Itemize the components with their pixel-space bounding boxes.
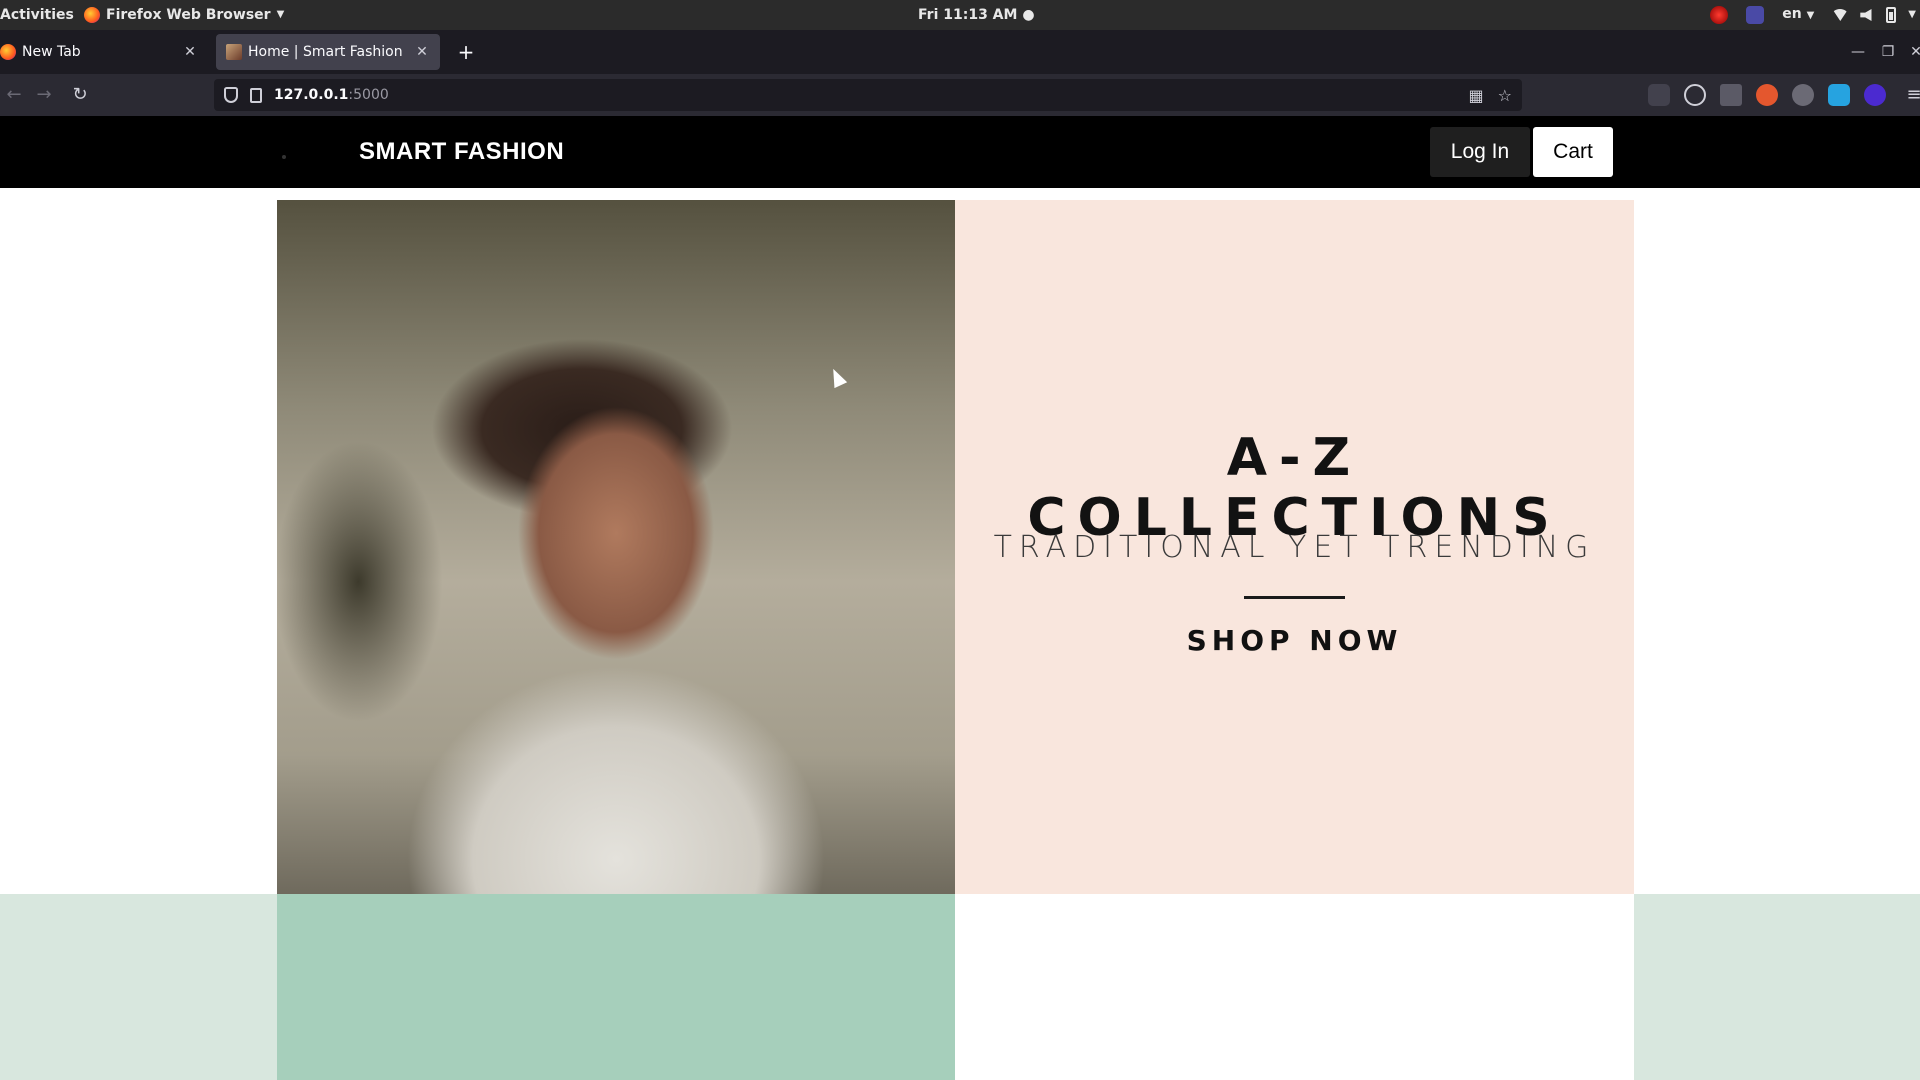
- chevron-down-icon: ▼: [1908, 9, 1916, 20]
- clock-label: Fri 11:13 AM: [918, 7, 1018, 23]
- tracking-protection-shield-icon[interactable]: [224, 87, 238, 103]
- record-indicator-icon[interactable]: [1710, 6, 1729, 24]
- tab-new-tab[interactable]: New Tab ✕: [0, 34, 208, 70]
- os-top-bar: Activities Firefox Web Browser ▼ Fri 11:…: [0, 0, 1920, 30]
- tab-title: Home | Smart Fashion: [248, 44, 403, 60]
- hamburger-menu-icon[interactable]: ≡: [1900, 81, 1920, 109]
- close-tab-icon[interactable]: ✕: [414, 44, 430, 60]
- app-menu[interactable]: Firefox Web Browser ▼: [84, 0, 284, 30]
- section-band-left: [0, 894, 277, 1080]
- volume-icon: [1860, 9, 1872, 21]
- reload-icon[interactable]: ↻: [66, 81, 94, 109]
- mouse-pointer-icon: [826, 365, 848, 389]
- hero-divider: [1244, 596, 1345, 599]
- activities-button[interactable]: Activities: [0, 0, 74, 30]
- battery-icon: [1886, 7, 1897, 23]
- extension-m-icon[interactable]: [1684, 84, 1706, 106]
- hero-subtitle: TRADITIONAL YET TRENDING: [993, 530, 1596, 565]
- tab-home-smart-fashion[interactable]: Home | Smart Fashion ✕: [216, 34, 440, 70]
- new-tab-button[interactable]: +: [452, 38, 480, 66]
- brand-logo-dot: [282, 155, 286, 159]
- extension-purple-icon[interactable]: [1864, 84, 1886, 106]
- login-button[interactable]: Log In: [1430, 127, 1530, 177]
- url-port: :5000: [348, 87, 389, 103]
- chevron-down-icon: ▼: [1806, 10, 1815, 21]
- cart-button[interactable]: Cart: [1533, 127, 1613, 177]
- system-status-area[interactable]: en ▼ ▼: [1660, 0, 1920, 30]
- close-window-icon[interactable]: ✕: [1904, 38, 1920, 66]
- tab-title: New Tab: [22, 44, 81, 60]
- extensions-grid-icon[interactable]: [1720, 84, 1742, 106]
- hero-photo: [277, 200, 955, 894]
- notification-dot-icon: ●: [1022, 7, 1035, 23]
- site-favicon-icon: [226, 44, 242, 60]
- navigation-toolbar: ← → ↻ 127.0.0.1:5000 ▦ ☆ ≡: [0, 74, 1920, 116]
- pocket-icon[interactable]: [1648, 84, 1670, 106]
- section-band-white: [955, 894, 1634, 1080]
- url-host: 127.0.0.1: [274, 87, 349, 103]
- extension-gear-icon[interactable]: [1792, 84, 1814, 106]
- language-label: en: [1782, 6, 1802, 22]
- restore-icon[interactable]: ❐: [1876, 38, 1900, 66]
- section-band-green: [277, 894, 955, 1080]
- extension-fox-icon[interactable]: [1756, 84, 1778, 106]
- address-bar[interactable]: 127.0.0.1:5000 ▦ ☆: [214, 79, 1522, 111]
- shop-now-link[interactable]: SHOP NOW: [955, 624, 1634, 657]
- chevron-down-icon: ▼: [276, 9, 285, 20]
- minimize-icon[interactable]: —: [1846, 38, 1870, 66]
- firefox-icon: [84, 7, 100, 23]
- close-tab-icon[interactable]: ✕: [182, 44, 198, 60]
- forward-arrow-icon[interactable]: →: [30, 81, 58, 109]
- hero-panel: A-Z COLLECTIONS TRADITIONAL YET TRENDING…: [955, 200, 1634, 894]
- section-band-right: [1634, 894, 1920, 1080]
- firefox-icon: [0, 44, 16, 60]
- bookmark-star-icon[interactable]: ☆: [1498, 86, 1512, 105]
- system-menu[interactable]: ▼: [1832, 0, 1916, 30]
- tab-strip: New Tab ✕ Home | Smart Fashion ✕ + — ❐ ✕: [0, 30, 1920, 74]
- qr-code-icon[interactable]: ▦: [1469, 86, 1484, 105]
- teams-tray-icon[interactable]: [1746, 6, 1765, 24]
- back-arrow-icon[interactable]: ←: [0, 81, 28, 109]
- clock[interactable]: Fri 11:13 AM ●: [918, 0, 1035, 30]
- site-header: SMART FASHION Log In Cart: [0, 116, 1920, 188]
- extension-blue-icon[interactable]: [1828, 84, 1850, 106]
- page-info-icon[interactable]: [250, 87, 262, 103]
- brand-logo[interactable]: SMART FASHION: [359, 136, 564, 168]
- language-selector[interactable]: en ▼: [1782, 0, 1814, 31]
- app-menu-label: Firefox Web Browser: [106, 7, 271, 23]
- wifi-icon: [1832, 9, 1849, 21]
